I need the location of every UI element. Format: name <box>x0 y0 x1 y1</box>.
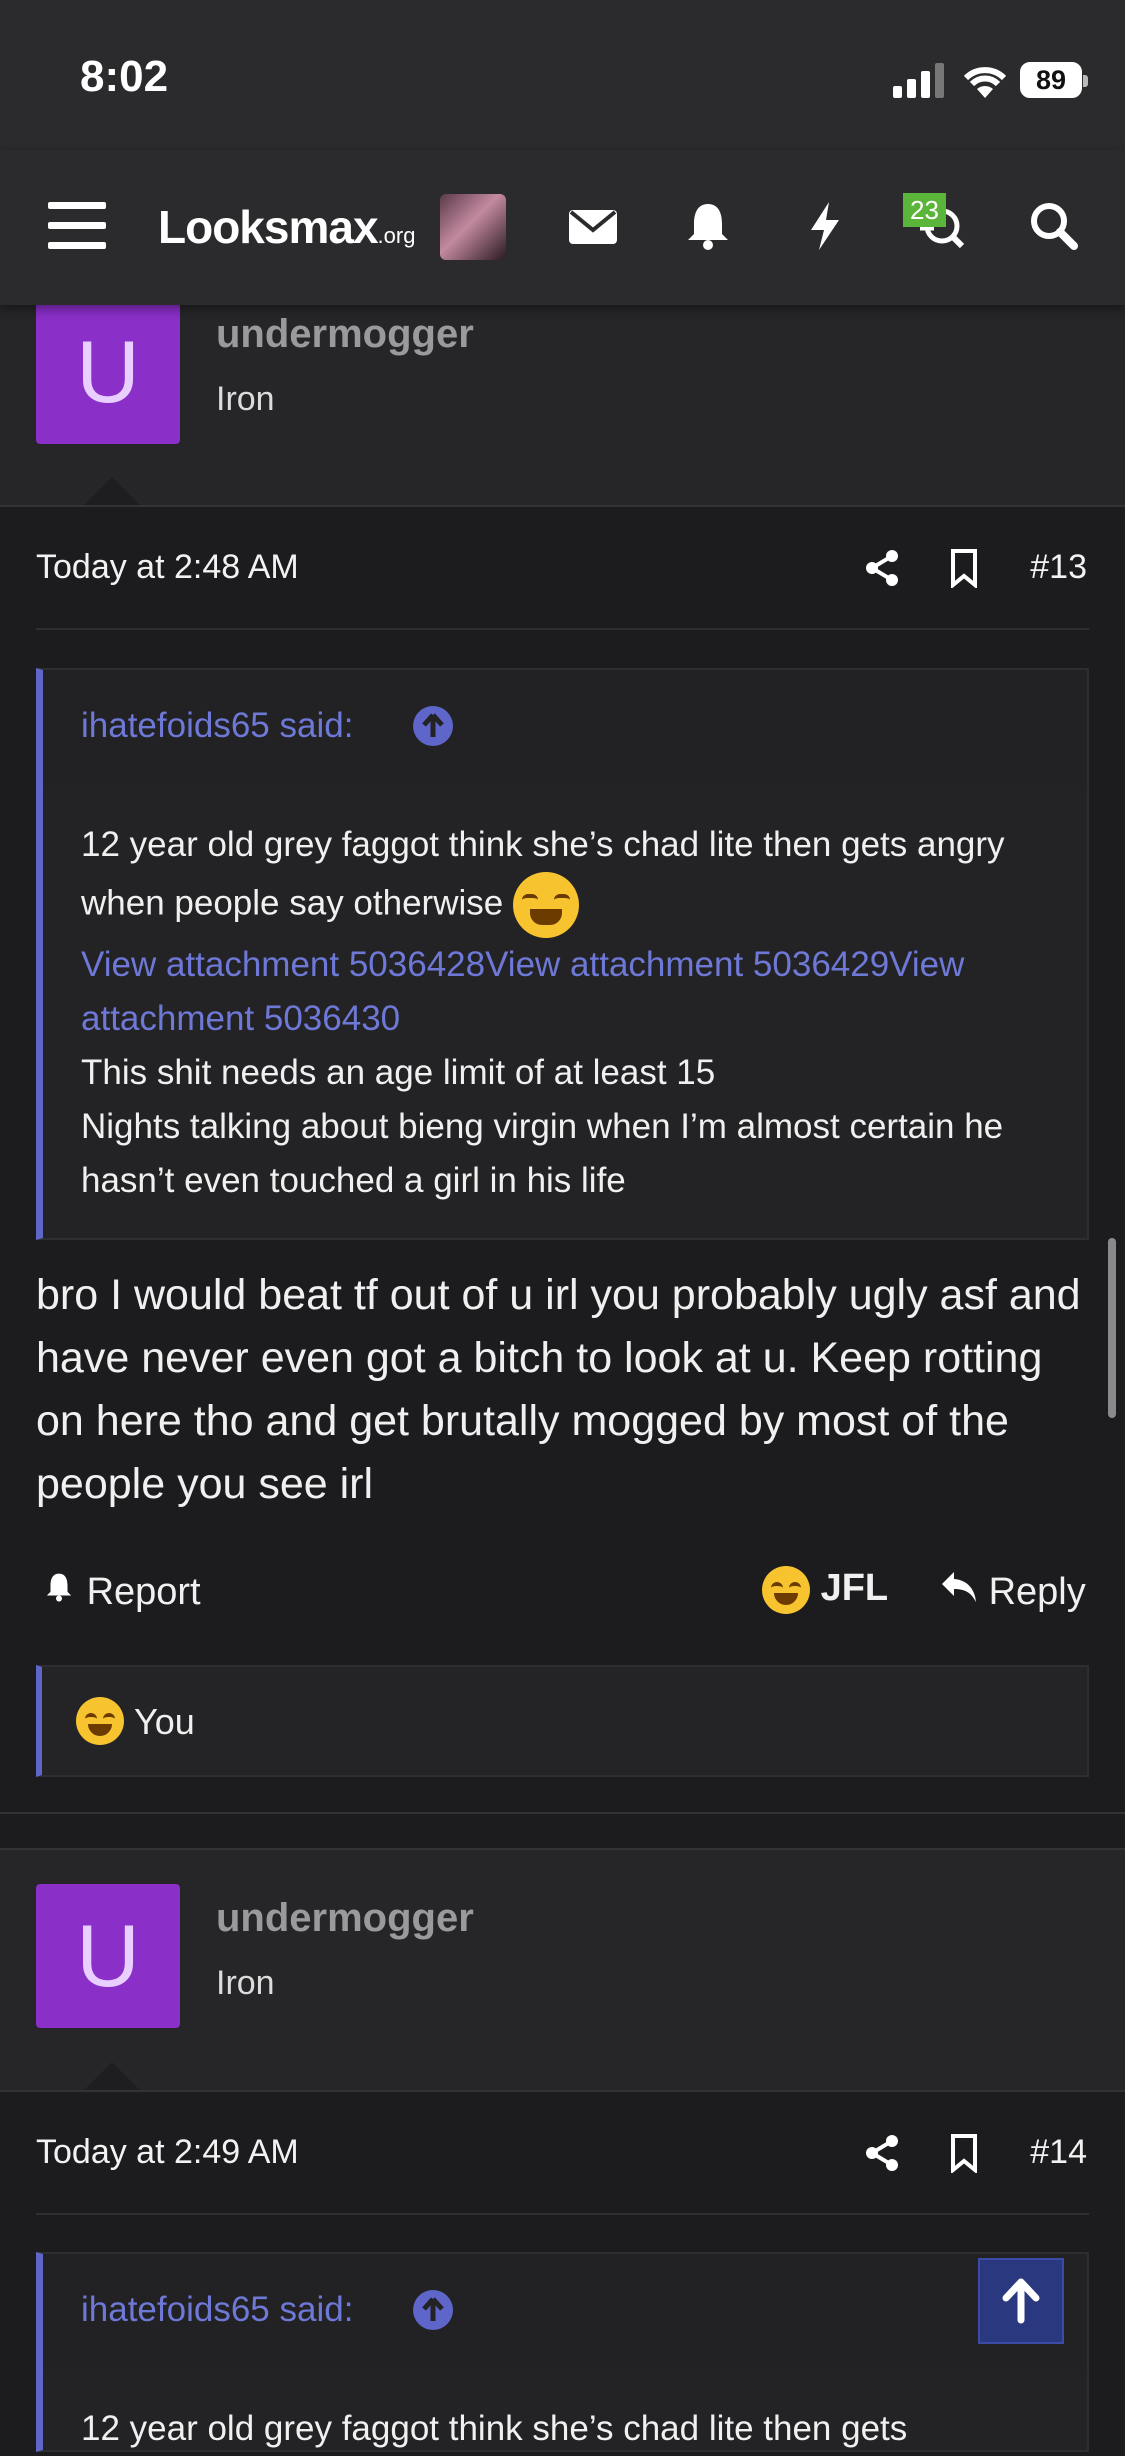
scrollbar[interactable] <box>1108 1238 1116 1418</box>
header-pointer <box>84 477 140 505</box>
reply-label: Reply <box>988 1571 1086 1613</box>
avatar[interactable]: U <box>36 300 180 444</box>
quote-line: 12 year old grey faggot think she’s chad… <box>81 2409 908 2448</box>
quote-line: Nights talking about bieng virgin when I… <box>81 1107 1004 1200</box>
post-number[interactable]: #13 <box>1030 548 1087 587</box>
arrow-up-circle-icon[interactable] <box>413 2290 453 2330</box>
bookmark-icon[interactable] <box>944 2133 984 2175</box>
arrow-up-circle-icon[interactable] <box>413 706 453 746</box>
bell-icon <box>42 1571 76 1613</box>
username[interactable]: undermogger <box>216 1896 474 1941</box>
post-date[interactable]: Today at 2:48 AM <box>36 548 299 587</box>
post-header: U undermogger Iron <box>0 1850 1125 2090</box>
quote-author[interactable]: ihatefoids65 said: <box>81 706 353 746</box>
search-icon[interactable] <box>1026 198 1082 254</box>
reply-button[interactable]: Reply <box>940 1570 1086 1614</box>
bookmark-icon[interactable] <box>944 548 984 590</box>
arrow-up-icon <box>980 2278 1062 2346</box>
quote-line: This shit needs an age limit of at least… <box>81 1053 716 1092</box>
username[interactable]: undermogger <box>216 312 474 357</box>
report-button[interactable]: Report <box>42 1570 201 1614</box>
reaction-label: JFL <box>820 1567 889 1610</box>
user-avatar[interactable] <box>440 194 506 260</box>
signal-icon <box>893 62 945 98</box>
site-logo[interactable]: Looksmax.org <box>158 200 415 254</box>
quote-block: ihatefoids65 said: 12 year old grey fagg… <box>36 2252 1089 2452</box>
divider <box>0 505 1125 507</box>
share-icon[interactable] <box>862 2133 902 2173</box>
quote-body: 12 year old grey faggot think she’s chad… <box>81 818 1061 1208</box>
divider <box>36 628 1089 630</box>
top-navbar: Looksmax.org 23 <box>0 150 1125 305</box>
attachment-links[interactable]: View attachment 5036428View attachment 5… <box>81 945 964 1038</box>
reactions-by[interactable]: You <box>134 1701 195 1743</box>
post-body: bro I would beat tf out of u irl you pro… <box>36 1271 1081 1508</box>
report-label: Report <box>86 1571 201 1613</box>
scroll-to-top-button[interactable] <box>978 2258 1064 2344</box>
envelope-icon[interactable] <box>565 198 621 254</box>
post-date[interactable]: Today at 2:49 AM <box>36 2133 299 2172</box>
avatar[interactable]: U <box>36 1884 180 2028</box>
post-number[interactable]: #14 <box>1030 2133 1087 2172</box>
battery-icon: 89 <box>1020 62 1088 98</box>
jfl-reaction-button[interactable]: JFL <box>762 1566 888 1614</box>
status-time: 8:02 <box>80 52 169 101</box>
divider <box>36 2213 1089 2215</box>
user-rank: Iron <box>216 1964 275 2002</box>
divider <box>0 1812 1125 1814</box>
joy-emoji-icon <box>762 1566 810 1614</box>
user-rank: Iron <box>216 380 275 418</box>
header-pointer <box>84 2062 140 2090</box>
bolt-icon[interactable] <box>797 198 853 254</box>
conversations-badge: 23 <box>903 193 946 227</box>
bell-icon[interactable] <box>680 198 736 254</box>
quote-block: ihatefoids65 said: 12 year old grey fagg… <box>36 668 1089 1240</box>
quote-author[interactable]: ihatefoids65 said: <box>81 2290 353 2330</box>
joy-emoji-icon <box>512 872 579 938</box>
reply-arrow-icon <box>940 1571 978 1613</box>
wifi-icon <box>960 60 1010 100</box>
post-header: U undermogger Iron <box>0 300 1125 505</box>
joy-emoji-icon <box>76 1697 124 1745</box>
status-bar: 8:02 89 <box>0 0 1125 150</box>
reactions-bar[interactable]: You <box>36 1665 1089 1777</box>
hamburger-menu-icon[interactable] <box>48 202 106 250</box>
quote-body: 12 year old grey faggot think she’s chad… <box>81 2402 1061 2456</box>
divider <box>0 2090 1125 2092</box>
share-icon[interactable] <box>862 548 902 588</box>
